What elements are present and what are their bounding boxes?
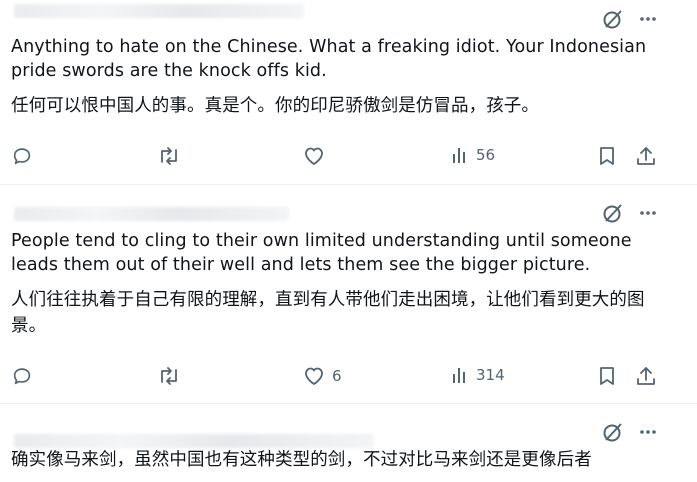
tweet-text: 确实像马来剑，虽然中国也有这种类型的剑，不过对比马来剑还是更像后者: [11, 450, 592, 470]
views-count: 56: [476, 146, 496, 164]
like-button[interactable]: [302, 145, 332, 167]
tweet-2[interactable]: People tend to cling to their own limite…: [0, 185, 697, 403]
retweet-button[interactable]: [157, 365, 181, 387]
like-icon: [305, 367, 323, 385]
tweet-3[interactable]: 确实像马来剑，虽然中国也有这种类型的剑，不过对比马来剑还是更像后者: [0, 404, 697, 482]
views-button[interactable]: 314: [450, 365, 505, 385]
more-icon[interactable]: [639, 16, 657, 22]
tweet-top-actions: [601, 8, 657, 30]
more-icon[interactable]: [639, 210, 657, 216]
share-button[interactable]: [635, 365, 657, 387]
tweet-translation: 任何可以恨中国人的事。真是个。你的印尼骄傲剑是仿冒品，孩子。: [11, 96, 539, 116]
share-icon: [637, 367, 655, 385]
share-button[interactable]: [635, 145, 657, 167]
bookmark-button[interactable]: [597, 145, 617, 167]
grok-icon[interactable]: [601, 202, 625, 224]
tweet-top-actions: [601, 421, 657, 443]
blurred-author-header: [14, 207, 289, 221]
share-icon: [637, 147, 655, 165]
retweet-icon: [161, 147, 177, 165]
tweet-top-actions: [601, 202, 657, 224]
views-icon: [453, 368, 465, 383]
reply-button[interactable]: [11, 365, 33, 387]
blurred-author-header: [14, 4, 304, 18]
bookmark-icon: [600, 367, 614, 385]
bookmark-icon: [600, 147, 614, 165]
tweet-translation: 人们往往执着于自己有限的理解，直到有人带他们走出困境，让他们看到更大的图景。: [11, 290, 645, 336]
like-count: 6: [332, 367, 342, 385]
bookmark-button[interactable]: [597, 365, 617, 387]
reply-button[interactable]: [11, 145, 33, 167]
retweet-icon: [161, 367, 177, 385]
more-icon[interactable]: [639, 429, 657, 435]
tweet-feed: Anything to hate on the Chinese. What a …: [0, 0, 697, 482]
grok-icon[interactable]: [601, 8, 625, 30]
like-icon: [305, 147, 323, 165]
like-button[interactable]: 6: [302, 365, 342, 387]
blurred-author-header: [14, 434, 374, 448]
views-icon: [453, 148, 465, 163]
tweet-action-bar: 6 314: [0, 365, 697, 389]
retweet-button[interactable]: [157, 145, 181, 167]
reply-icon: [13, 368, 31, 385]
grok-icon[interactable]: [601, 421, 625, 443]
views-button[interactable]: 56: [450, 145, 495, 165]
tweet-action-bar: 56: [0, 145, 697, 169]
reply-icon: [13, 148, 31, 165]
tweet-1[interactable]: Anything to hate on the Chinese. What a …: [0, 0, 697, 184]
tweet-text: Anything to hate on the Chinese. What a …: [11, 37, 647, 81]
views-count: 314: [476, 366, 505, 384]
tweet-text: People tend to cling to their own limite…: [11, 231, 632, 275]
